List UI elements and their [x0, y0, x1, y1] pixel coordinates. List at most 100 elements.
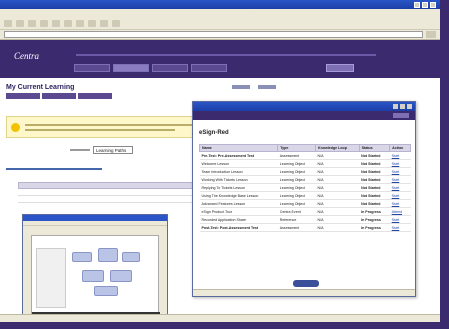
- notice-text-line: [25, 124, 195, 126]
- row-type: Learning Object: [277, 183, 316, 192]
- column-header: Name: [198, 144, 279, 152]
- table-row: Advanced Features Lesson Learning Object N…: [199, 199, 411, 208]
- row-type: Assessment: [277, 151, 316, 160]
- row-knowledge-loop: N/A: [315, 207, 360, 216]
- minimize-button[interactable]: [414, 1, 420, 8]
- row-status: In Progress: [359, 215, 390, 224]
- row-type: Learning Object: [277, 159, 316, 168]
- popup-title: eSign-Red: [199, 130, 229, 136]
- row-action-link[interactable]: Start: [392, 194, 400, 198]
- notice-text-line: [25, 129, 175, 131]
- top-right-links: [232, 85, 276, 89]
- sub-tab[interactable]: [42, 93, 76, 99]
- table-row: Welcome Lesson Learning Object N/A Not Star…: [199, 159, 411, 168]
- refresh-icon[interactable]: [40, 20, 48, 27]
- table-row[interactable]: [18, 196, 208, 203]
- close-button[interactable]: [430, 1, 436, 8]
- column-header: Type: [277, 144, 316, 152]
- row-type: Learning Object: [277, 167, 316, 176]
- popup-minimize-button[interactable]: [393, 104, 398, 109]
- nav-tab[interactable]: [74, 64, 110, 72]
- row-action-cell: Start: [389, 199, 411, 208]
- mail-icon[interactable]: [100, 20, 108, 27]
- warning-icon: [11, 123, 20, 132]
- breadcrumb[interactable]: [6, 168, 102, 170]
- filter-label: [70, 149, 90, 151]
- sub-tab[interactable]: [6, 93, 40, 99]
- row-name: Replying To Tickets Lesson: [199, 183, 278, 192]
- header-divider: [76, 54, 376, 56]
- screen-frame: Centra My Current Learning Learning Path…: [0, 0, 449, 329]
- forward-icon[interactable]: [16, 20, 24, 27]
- home-icon[interactable]: [52, 20, 60, 27]
- popup-maximize-button[interactable]: [400, 104, 405, 109]
- print-icon[interactable]: [112, 20, 120, 27]
- table-row: Post-Test: Post-Assessment Test Assessmen…: [199, 223, 411, 232]
- row-action-link[interactable]: Start: [392, 202, 400, 206]
- go-button[interactable]: [426, 31, 436, 38]
- popup-header-button[interactable]: [393, 113, 409, 118]
- row-action-link[interactable]: Attend: [392, 210, 402, 214]
- row-status: Not Started: [359, 175, 390, 184]
- page-title: My Current Learning: [6, 84, 75, 91]
- row-action-link[interactable]: Start: [392, 218, 400, 222]
- table-row: eSign Product Tour Centra Event N/A In Prog…: [199, 207, 411, 216]
- row-action-cell: Start: [389, 159, 411, 168]
- diagram-node: [98, 248, 118, 262]
- help-link[interactable]: [232, 85, 250, 89]
- row-knowledge-loop: N/A: [315, 175, 360, 184]
- maximize-button[interactable]: [422, 1, 428, 8]
- back-icon[interactable]: [4, 20, 12, 27]
- diagram-node: [122, 252, 140, 262]
- diagram-node: [82, 270, 104, 282]
- nav-tab[interactable]: [152, 64, 188, 72]
- row-action-link[interactable]: Start: [392, 186, 400, 190]
- row-status: Not Started: [359, 151, 390, 160]
- browser-statusbar: [0, 314, 440, 322]
- row-action-cell: Start: [389, 223, 411, 232]
- filter-select[interactable]: Learning Paths: [93, 146, 133, 154]
- row-action-link[interactable]: Start: [392, 178, 400, 182]
- row-type: Learning Object: [277, 191, 316, 200]
- address-input[interactable]: [4, 31, 423, 38]
- logout-link[interactable]: [258, 85, 276, 89]
- learning-path-table: Name Type Knowledge Loop Status Action P…: [198, 144, 411, 232]
- favorites-icon[interactable]: [76, 20, 84, 27]
- diagram-node: [94, 286, 118, 296]
- app-logo: Centra: [14, 51, 40, 61]
- nav-tab[interactable]: [191, 64, 227, 72]
- inset-course-window: [22, 214, 168, 322]
- row-action-link[interactable]: Start: [392, 170, 400, 174]
- row-status: In Progress: [359, 223, 390, 232]
- table-row[interactable]: [18, 189, 208, 196]
- row-status: Not Started: [359, 199, 390, 208]
- search-icon[interactable]: [64, 20, 72, 27]
- row-action-cell: Attend: [389, 207, 411, 216]
- row-action-link[interactable]: Start: [392, 226, 400, 230]
- row-name: Team Introduction Lesson: [199, 167, 278, 176]
- table-header-row: Name Type Knowledge Loop Status Action: [198, 144, 411, 152]
- row-name: Advanced Features Lesson: [199, 199, 278, 208]
- row-name: Using The Knowledge Base Lesson: [199, 191, 278, 200]
- row-knowledge-loop: N/A: [315, 215, 360, 224]
- sub-tab[interactable]: [78, 93, 112, 99]
- popup-close-button[interactable]: [407, 104, 412, 109]
- row-type: Learning Object: [277, 175, 316, 184]
- nav-tab-selected[interactable]: [113, 64, 149, 72]
- row-action-link[interactable]: Start: [392, 154, 400, 158]
- inset-outline-pane: [36, 248, 66, 308]
- browser-toolbar: [0, 18, 440, 30]
- address-bar: [0, 30, 440, 40]
- popup-close-action-button[interactable]: [293, 280, 319, 287]
- row-action-cell: Start: [389, 215, 411, 224]
- row-knowledge-loop: N/A: [315, 191, 360, 200]
- row-knowledge-loop: N/A: [315, 223, 360, 232]
- row-action-link[interactable]: Start: [392, 162, 400, 166]
- popup-titlebar: [193, 102, 415, 111]
- header-action-button[interactable]: [326, 64, 354, 72]
- history-icon[interactable]: [88, 20, 96, 27]
- stop-icon[interactable]: [28, 20, 36, 27]
- row-status: In Progress: [359, 207, 390, 216]
- row-status: Not Started: [359, 191, 390, 200]
- inset-diagram: [72, 248, 142, 298]
